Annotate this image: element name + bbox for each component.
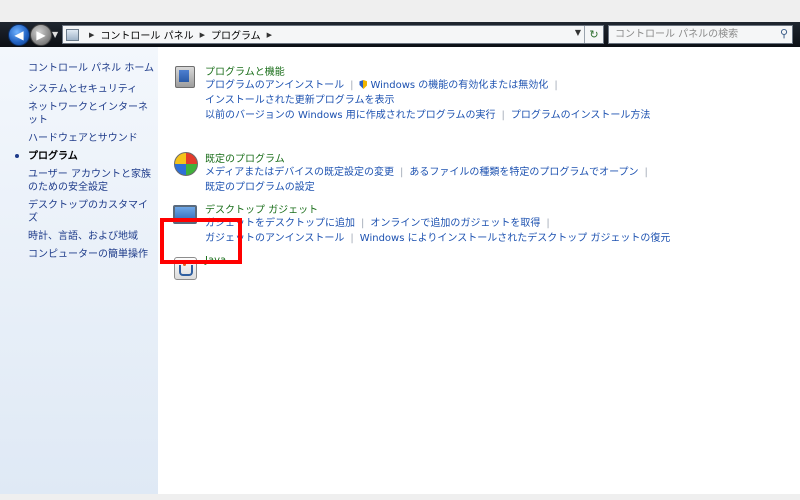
- program-compatibility-link[interactable]: 以前のバージョンの Windows 用に作成されたプログラムの実行: [205, 110, 496, 121]
- sidebar-item-ease-of-access[interactable]: コンピューターの簡単操作: [28, 248, 154, 261]
- breadcrumb-chevron-icon[interactable]: ▶: [89, 31, 94, 39]
- shield-icon: [359, 80, 368, 89]
- search-icon[interactable]: ⚲: [780, 27, 788, 40]
- default-programs-icon[interactable]: [174, 152, 198, 176]
- control-panel-icon: [66, 28, 79, 41]
- sidebar-home-link[interactable]: コントロール パネル ホーム: [28, 59, 154, 74]
- forward-button[interactable]: ▶: [30, 24, 52, 46]
- set-default-programs-link[interactable]: 既定のプログラムの設定: [205, 182, 315, 193]
- category-links: メディアまたはデバイスの既定設定の変更 | あるファイルの種類を特定のプログラムでオ…: [205, 167, 648, 193]
- control-panel-window: ◀ ▶ ▼ ▶ コントロール パネル ▶ プログラム ▶ ▼ ↻ ⚲ コントロー…: [0, 22, 800, 494]
- breadcrumb[interactable]: ▶ コントロール パネル ▶ プログラム ▶ ▼ ↻: [62, 25, 604, 44]
- back-arrow-icon: ◀: [14, 28, 24, 42]
- java-cup-icon: [178, 265, 193, 276]
- sidebar-item-system-security[interactable]: システムとセキュリティ: [28, 83, 154, 96]
- file-type-association-link[interactable]: あるファイルの種類を特定のプログラムでオープン: [409, 167, 638, 178]
- refresh-icon[interactable]: ↻: [584, 26, 603, 43]
- get-more-gadgets-link[interactable]: オンラインで追加のガジェットを取得: [370, 218, 540, 229]
- sidebar-item-network-internet[interactable]: ネットワークとインターネット: [28, 101, 154, 127]
- sidebar-item-clock-language-region[interactable]: 時計、言語、および地域: [28, 230, 154, 243]
- category-title[interactable]: デスクトップ ガジェット: [205, 201, 318, 216]
- sidebar-item-programs: プログラム: [15, 150, 154, 163]
- category-links: プログラムのアンインストール | Windows の機能の有効化または無効化 | イン…: [205, 80, 651, 121]
- highlight-box: [160, 218, 242, 264]
- recent-pages-dropdown-icon[interactable]: ▼: [52, 30, 58, 39]
- breadcrumb-programs[interactable]: プログラム: [211, 27, 261, 42]
- address-dropdown-icon[interactable]: ▼: [575, 28, 581, 37]
- breadcrumb-chevron-icon[interactable]: ▶: [200, 31, 205, 39]
- change-media-defaults-link[interactable]: メディアまたはデバイスの既定設定の変更: [205, 167, 394, 178]
- restore-gadgets-link[interactable]: Windows によりインストールされたデスクトップ ガジェットの復元: [360, 233, 671, 244]
- windows-features-link[interactable]: Windows の機能の有効化または無効化: [370, 80, 548, 91]
- search-input[interactable]: [609, 27, 775, 42]
- forward-arrow-icon: ▶: [36, 28, 46, 42]
- how-to-install-program-link[interactable]: プログラムのインストール方法: [511, 110, 651, 121]
- category-links: ガジェットをデスクトップに追加 | オンラインで追加のガジェットを取得 | ガジェット…: [205, 218, 671, 244]
- back-button[interactable]: ◀: [8, 24, 30, 46]
- sidebar-item-hardware-sound[interactable]: ハードウェアとサウンド: [28, 132, 154, 145]
- address-bar: ◀ ▶ ▼ ▶ コントロール パネル ▶ プログラム ▶ ▼ ↻ ⚲: [0, 22, 800, 47]
- breadcrumb-chevron-icon[interactable]: ▶: [267, 31, 272, 39]
- breadcrumb-control-panel[interactable]: コントロール パネル: [100, 27, 193, 42]
- sidebar-item-desktop-customization[interactable]: デスクトップのカスタマイズ: [28, 199, 154, 225]
- uninstall-program-link[interactable]: プログラムのアンインストール: [205, 80, 344, 91]
- view-installed-updates-link[interactable]: インストールされた更新プログラムを表示: [205, 95, 395, 106]
- search-box[interactable]: ⚲: [608, 25, 793, 44]
- category-title[interactable]: 既定のプログラム: [205, 150, 285, 165]
- sidebar-list: システムとセキュリティ ネットワークとインターネット ハードウェアとサウンド プ…: [15, 83, 154, 266]
- sidebar: コントロール パネル ホーム システムとセキュリティ ネットワークとインターネッ…: [0, 47, 158, 494]
- programs-icon[interactable]: [175, 66, 195, 88]
- main-content: プログラムと機能 プログラムのアンインストール | Windows の機能の有効化ま…: [158, 47, 800, 494]
- sidebar-item-user-accounts[interactable]: ユーザー アカウントと家族のための安全設定: [28, 168, 154, 194]
- category-title[interactable]: プログラムと機能: [205, 63, 285, 78]
